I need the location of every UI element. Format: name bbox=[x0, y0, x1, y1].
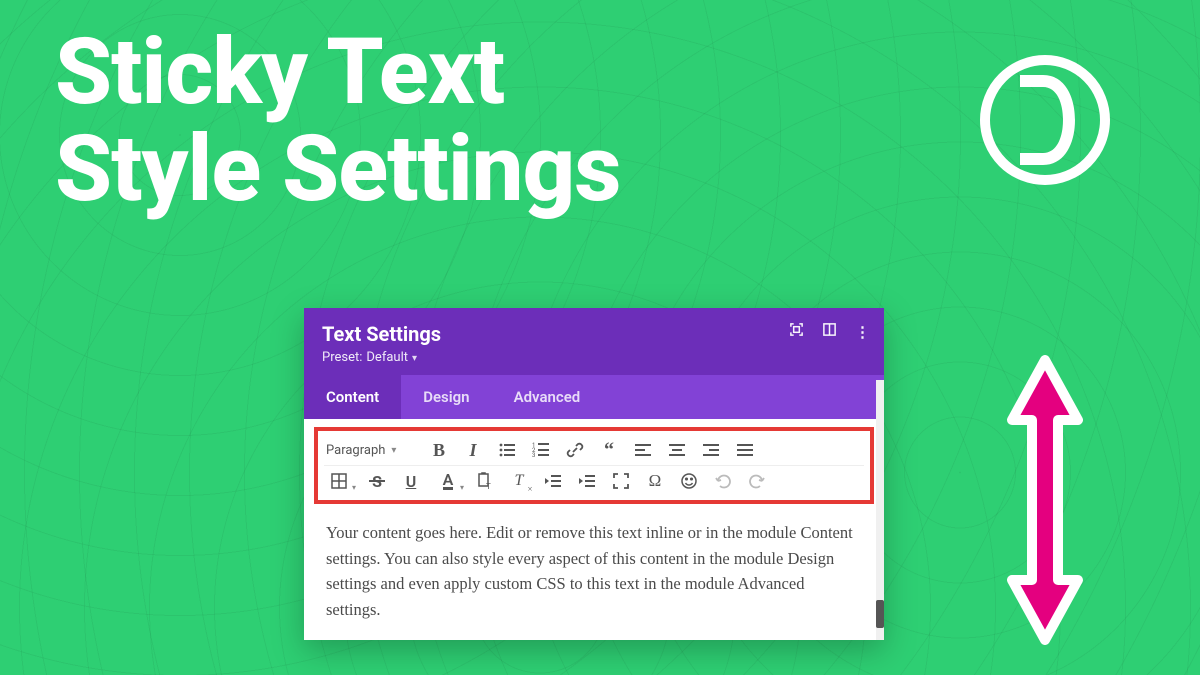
panel-layout-icon[interactable] bbox=[822, 322, 837, 341]
format-select[interactable]: Paragraph bbox=[326, 443, 416, 458]
align-left-icon[interactable] bbox=[632, 439, 654, 461]
scroll-arrow-icon bbox=[1000, 355, 1090, 645]
redo-icon[interactable] bbox=[746, 470, 768, 492]
outdent-icon[interactable] bbox=[542, 470, 564, 492]
tabs-bar: Content Design Advanced bbox=[304, 375, 884, 419]
tab-design[interactable]: Design bbox=[401, 375, 491, 419]
tab-content[interactable]: Content bbox=[304, 375, 401, 419]
toolbar-highlight: Paragraph B I 123 “ S U A T T× bbox=[314, 427, 874, 504]
expand-icon[interactable] bbox=[789, 322, 804, 341]
undo-icon[interactable] bbox=[712, 470, 734, 492]
bold-icon[interactable]: B bbox=[428, 439, 450, 461]
bulleted-list-icon[interactable] bbox=[496, 439, 518, 461]
settings-panel: Text Settings Preset: Default ⋮ Content … bbox=[304, 308, 884, 640]
strikethrough-icon[interactable]: S bbox=[366, 470, 388, 492]
preset-label: Preset: bbox=[322, 350, 362, 365]
divi-d-icon bbox=[1010, 75, 1080, 165]
align-center-icon[interactable] bbox=[666, 439, 688, 461]
divi-logo bbox=[980, 55, 1110, 185]
emoji-icon[interactable] bbox=[678, 470, 700, 492]
stage: Sticky Text Style Settings Text Settings… bbox=[0, 0, 1200, 675]
preset-selector[interactable]: Preset: Default bbox=[322, 350, 866, 365]
more-icon[interactable]: ⋮ bbox=[855, 323, 872, 341]
text-color-icon[interactable]: A bbox=[434, 470, 462, 492]
hero-title: Sticky Text Style Settings bbox=[55, 25, 621, 218]
scrollbar[interactable] bbox=[876, 380, 884, 640]
link-icon[interactable] bbox=[564, 439, 586, 461]
italic-icon[interactable]: I bbox=[462, 439, 484, 461]
chevron-down-icon bbox=[412, 350, 417, 365]
special-char-icon[interactable]: Ω bbox=[644, 470, 666, 492]
align-justify-icon[interactable] bbox=[734, 439, 756, 461]
numbered-list-icon[interactable]: 123 bbox=[530, 439, 552, 461]
panel-title: Text Settings bbox=[322, 322, 866, 346]
toolbar-row-1: Paragraph B I 123 “ bbox=[324, 435, 864, 465]
scrollbar-thumb[interactable] bbox=[876, 600, 884, 628]
indent-icon[interactable] bbox=[576, 470, 598, 492]
panel-header: Text Settings Preset: Default ⋮ bbox=[304, 308, 884, 375]
toolbar-row-2: S U A T T× Ω bbox=[324, 465, 864, 496]
align-right-icon[interactable] bbox=[700, 439, 722, 461]
svg-text:3: 3 bbox=[532, 452, 535, 459]
table-icon[interactable] bbox=[326, 470, 354, 492]
svg-text:T: T bbox=[486, 482, 491, 490]
tab-advanced[interactable]: Advanced bbox=[492, 375, 603, 419]
blockquote-icon[interactable]: “ bbox=[598, 439, 620, 461]
clear-format-icon[interactable]: T× bbox=[508, 470, 530, 492]
preset-value: Default bbox=[366, 350, 408, 365]
fullscreen-icon[interactable] bbox=[610, 470, 632, 492]
content-body[interactable]: Your content goes here. Edit or remove t… bbox=[304, 510, 884, 640]
hero-line-1: Sticky Text bbox=[55, 19, 504, 126]
paste-text-icon[interactable]: T bbox=[474, 470, 496, 492]
hero-line-2: Style Settings bbox=[55, 116, 621, 223]
panel-header-actions: ⋮ bbox=[789, 322, 872, 341]
underline-icon[interactable]: U bbox=[400, 470, 422, 492]
